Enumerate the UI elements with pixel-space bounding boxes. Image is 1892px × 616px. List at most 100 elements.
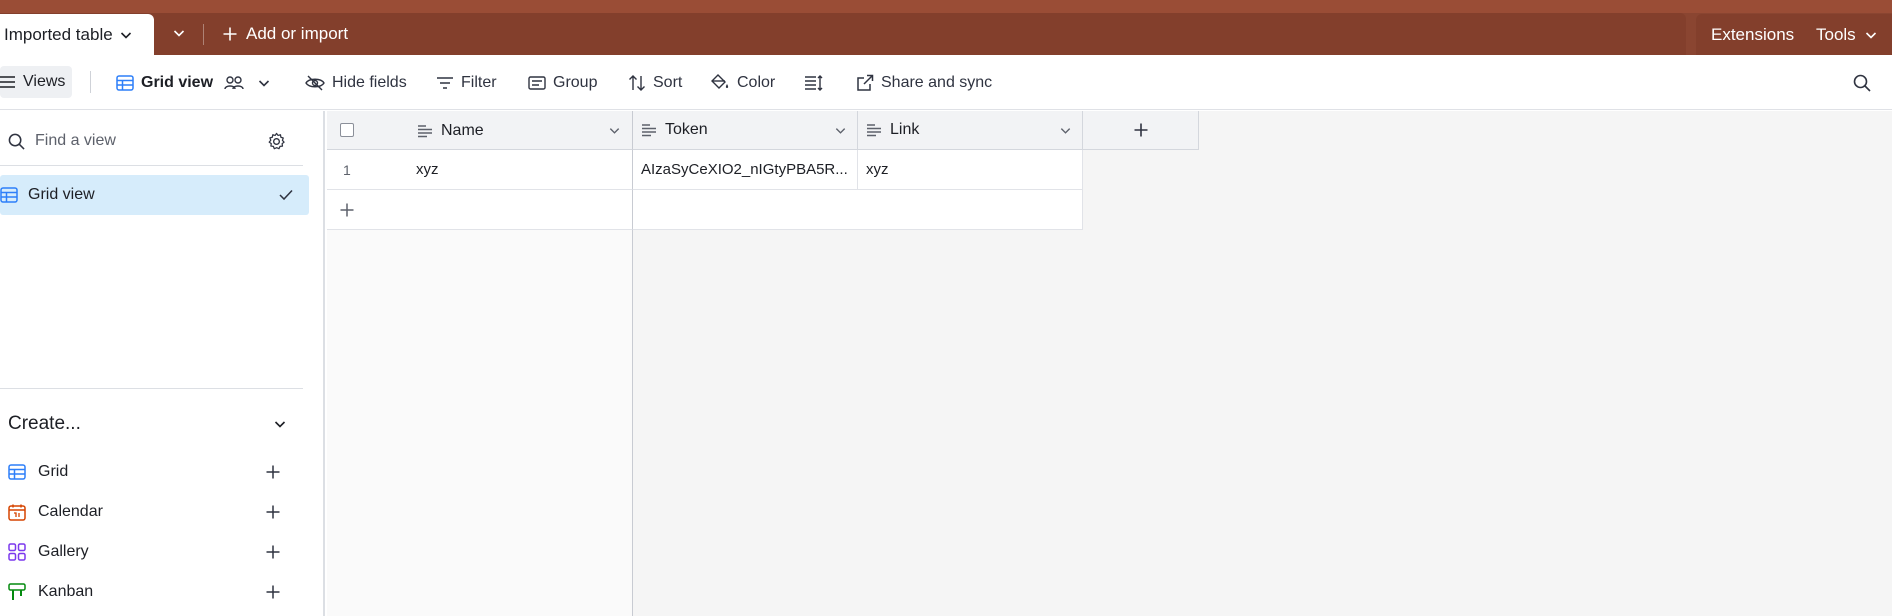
toolbar-separator (90, 71, 91, 93)
add-field-button[interactable] (1083, 111, 1199, 150)
top-bar-strip (0, 0, 1892, 13)
filter-button[interactable]: Filter (436, 55, 497, 110)
search-icon (1853, 74, 1871, 92)
create-gallery-view[interactable]: Gallery (8, 537, 295, 567)
long-text-icon (641, 123, 657, 137)
tab-label: Imported table (4, 24, 113, 44)
divider (0, 388, 303, 389)
create-item-label: Grid (38, 463, 69, 480)
divider (0, 165, 303, 166)
search-icon (8, 133, 25, 150)
grid-icon (8, 464, 26, 480)
views-sidebar: Grid view Create... Grid Calendar (0, 111, 325, 616)
chevron-down-icon (1864, 28, 1878, 42)
extensions-button[interactable]: Extensions (1711, 25, 1794, 45)
cell-link[interactable]: xyz (858, 150, 1083, 190)
collaborators-icon (224, 75, 244, 91)
grid-view-switcher[interactable]: Grid view (116, 55, 271, 110)
create-kanban-view[interactable]: Kanban (8, 577, 295, 607)
plus-icon[interactable] (265, 584, 281, 600)
table-row[interactable]: 1 xyz (327, 150, 633, 190)
sidebar-view-grid-view[interactable]: Grid view (0, 175, 309, 215)
group-icon (528, 75, 546, 90)
column-header-label: Name (441, 121, 484, 139)
create-label: Create... (8, 413, 81, 434)
hide-fields-label: Hide fields (332, 73, 407, 91)
long-text-icon (866, 123, 882, 137)
find-view-row (0, 123, 300, 159)
view-item-label: Grid view (28, 186, 95, 203)
all-tables-dropdown[interactable] (172, 26, 186, 40)
sort-button[interactable]: Sort (628, 55, 682, 110)
grid-icon (116, 74, 134, 91)
gallery-icon (8, 543, 26, 561)
chevron-down-icon (257, 76, 271, 90)
share-and-sync-button[interactable]: Share and sync (856, 55, 992, 110)
gear-icon[interactable] (267, 132, 286, 151)
row-height-button[interactable] (804, 55, 824, 110)
hide-fields-button[interactable]: Hide fields (305, 55, 407, 110)
extensions-label: Extensions (1711, 25, 1795, 44)
column-header-label: Token (665, 121, 708, 138)
column-header-name[interactable]: Name (417, 111, 627, 150)
header-primary: Name (327, 111, 633, 150)
color-label: Color (737, 73, 776, 91)
chevron-down-icon[interactable] (119, 28, 133, 42)
row-height-icon (804, 74, 824, 91)
paint-bucket-icon (710, 73, 730, 92)
grid-icon (0, 187, 18, 203)
column-header-link[interactable]: Link (858, 111, 1083, 150)
create-calendar-view[interactable]: Calendar (8, 497, 295, 527)
top-bar: Imported table Add or import Extensions … (0, 0, 1892, 55)
column-header-token[interactable]: Token (633, 111, 858, 150)
add-row-button[interactable] (327, 190, 633, 230)
add-row-area[interactable] (633, 190, 1083, 230)
checkmark-icon (279, 189, 293, 201)
create-grid-view[interactable]: Grid (8, 457, 295, 487)
calendar-icon (8, 504, 26, 521)
cell-token[interactable]: AIzaSyCeXIO2_nIGtyPBA5R... (633, 150, 858, 190)
sort-icon (628, 74, 646, 91)
create-section-toggle[interactable]: Create... (8, 409, 295, 439)
group-label: Group (553, 73, 598, 91)
tab-separator (203, 24, 204, 45)
create-item-label: Kanban (38, 583, 94, 600)
external-link-icon (856, 74, 874, 92)
eye-off-icon (305, 75, 325, 91)
add-or-import-label: Add or import (246, 24, 349, 43)
tools-button[interactable]: Tools (1816, 25, 1878, 45)
tools-label: Tools (1816, 25, 1856, 44)
grid-view-label: Grid view (141, 73, 214, 91)
tab-imported-table[interactable]: Imported table (0, 14, 154, 55)
grid-area: Name Token Link 1 xyz AIzaSyCeXIO2_nIGty… (327, 111, 1892, 616)
find-view-input[interactable] (35, 123, 255, 159)
long-text-icon (417, 124, 433, 138)
views-toggle-button[interactable]: Views (0, 66, 72, 98)
hamburger-icon (0, 75, 16, 89)
chevron-down-icon (172, 26, 186, 40)
search-button[interactable] (1853, 55, 1871, 110)
plus-icon[interactable] (265, 504, 281, 520)
plus-icon (222, 26, 238, 42)
add-or-import-button[interactable]: Add or import (222, 24, 348, 44)
column-header-label: Link (890, 121, 920, 138)
cell-token-value: AIzaSyCeXIO2_nIGtyPBA5R... (641, 161, 848, 178)
plus-icon (339, 202, 355, 218)
kanban-icon (8, 583, 26, 601)
filter-label: Filter (461, 73, 497, 91)
chevron-down-icon[interactable] (1059, 124, 1072, 137)
create-item-label: Calendar (38, 503, 103, 520)
cell-link-value: xyz (866, 161, 889, 178)
chevron-down-icon[interactable] (608, 124, 621, 137)
share-and-sync-label: Share and sync (881, 73, 993, 91)
sort-label: Sort (653, 73, 683, 91)
select-all-checkbox[interactable] (340, 123, 354, 137)
color-button[interactable]: Color (710, 55, 775, 110)
plus-icon (1133, 122, 1149, 138)
plus-icon[interactable] (265, 464, 281, 480)
plus-icon[interactable] (265, 544, 281, 560)
group-button[interactable]: Group (528, 55, 597, 110)
create-item-label: Gallery (38, 543, 89, 560)
chevron-down-icon[interactable] (834, 124, 847, 137)
cell-name[interactable]: xyz (416, 161, 439, 178)
